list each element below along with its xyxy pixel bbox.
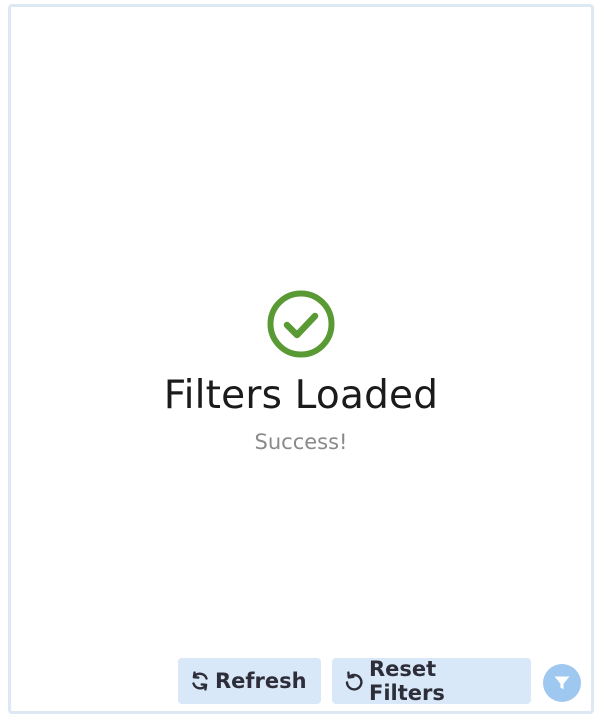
status-message: Filters Loaded Success! bbox=[11, 289, 591, 457]
refresh-button[interactable]: Refresh bbox=[178, 658, 321, 704]
refresh-icon bbox=[188, 669, 212, 693]
filters-panel: Filters Loaded Success! bbox=[8, 4, 594, 714]
refresh-label: Refresh bbox=[215, 669, 307, 693]
reset-filters-button[interactable]: Reset Filters bbox=[332, 657, 531, 705]
status-subtitle: Success! bbox=[254, 430, 348, 454]
undo-icon bbox=[342, 669, 366, 693]
status-title: Filters Loaded bbox=[163, 373, 439, 418]
filter-button[interactable] bbox=[543, 664, 581, 702]
filter-icon bbox=[554, 676, 570, 690]
reset-filters-label: Reset Filters bbox=[369, 657, 445, 705]
check-circle-icon bbox=[267, 290, 335, 358]
